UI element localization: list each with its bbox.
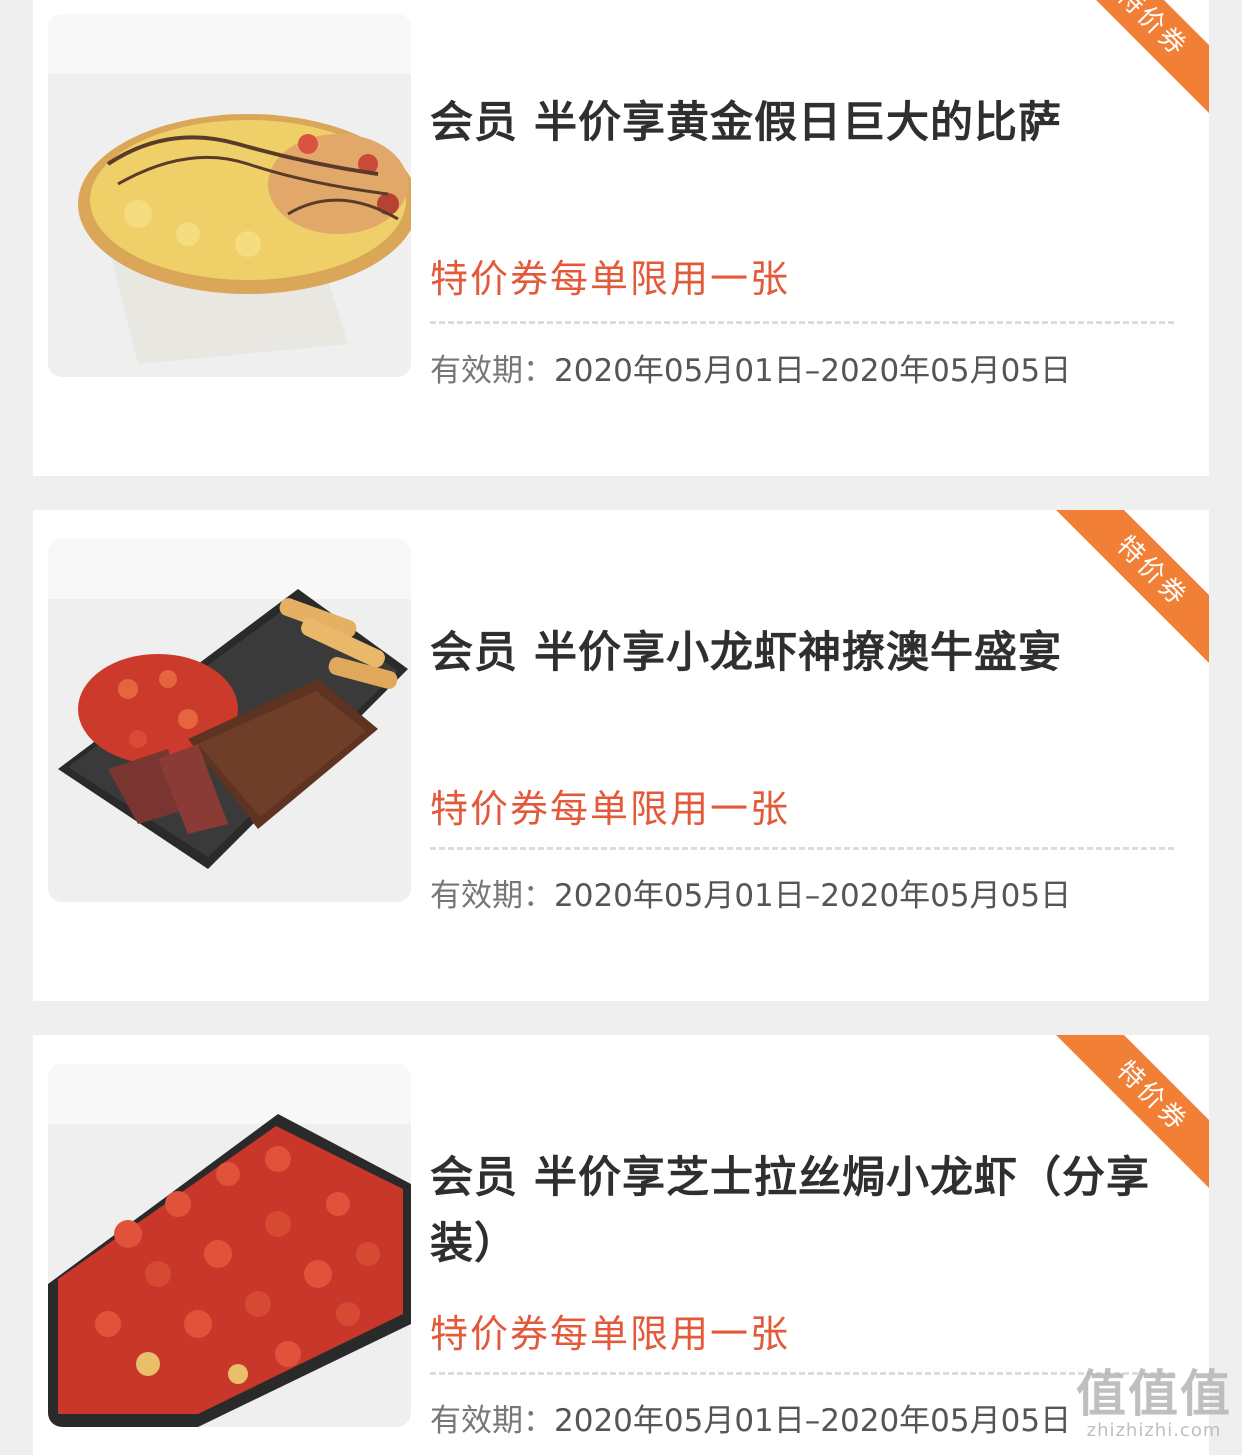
steak-crayfish-platter-photo-icon xyxy=(48,539,411,902)
validity-label: 有效期： xyxy=(430,353,554,389)
dashed-divider xyxy=(430,1372,1174,1375)
validity-label: 有效期： xyxy=(430,878,554,914)
coupon-title: 会员 半价享小龙虾神撩澳牛盛宴 xyxy=(430,628,1062,678)
coupon-title: 会员 半价享芝士拉丝焗小龙虾（分享装） xyxy=(430,1153,1150,1269)
baked-crayfish-photo-icon xyxy=(48,1064,411,1427)
coupon-image xyxy=(48,14,411,377)
coupon-limit-note: 特价券每单限用一张 xyxy=(430,1312,791,1356)
coupon-card[interactable]: 会员 半价享黄金假日巨大的比萨 特价券每单限用一张 有效期：2020年05月01… xyxy=(33,0,1209,476)
coupon-limit-note: 特价券每单限用一张 xyxy=(430,257,791,301)
coupon-validity: 有效期：2020年05月01日–2020年05月05日 xyxy=(430,870,1071,915)
site-watermark: 值值值 zhizhizhi.com xyxy=(1076,1368,1232,1441)
coupon-card[interactable]: 会员 半价享小龙虾神撩澳牛盛宴 特价券每单限用一张 有效期：2020年05月01… xyxy=(33,510,1209,1001)
validity-range: 2020年05月01日–2020年05月05日 xyxy=(554,353,1072,389)
watermark-domain: zhizhizhi.com xyxy=(1086,1420,1222,1441)
coupon-limit-note: 特价券每单限用一张 xyxy=(430,787,791,831)
validity-label: 有效期： xyxy=(430,1403,554,1439)
dashed-divider xyxy=(430,321,1174,324)
validity-range: 2020年05月01日–2020年05月05日 xyxy=(554,1403,1072,1439)
coupon-title: 会员 半价享黄金假日巨大的比萨 xyxy=(430,98,1062,148)
coupon-image xyxy=(48,539,411,902)
pizza-photo-icon xyxy=(48,14,411,377)
coupon-validity: 有效期：2020年05月01日–2020年05月05日 xyxy=(430,345,1071,390)
coupon-validity: 有效期：2020年05月01日–2020年05月05日 xyxy=(430,1395,1071,1440)
coupon-image xyxy=(48,1064,411,1427)
coupon-card[interactable]: 会员 半价享芝士拉丝焗小龙虾（分享装） 特价券每单限用一张 有效期：2020年0… xyxy=(33,1035,1209,1455)
watermark-brand: 值值值 xyxy=(1076,1365,1232,1423)
dashed-divider xyxy=(430,847,1174,850)
validity-range: 2020年05月01日–2020年05月05日 xyxy=(554,878,1072,914)
